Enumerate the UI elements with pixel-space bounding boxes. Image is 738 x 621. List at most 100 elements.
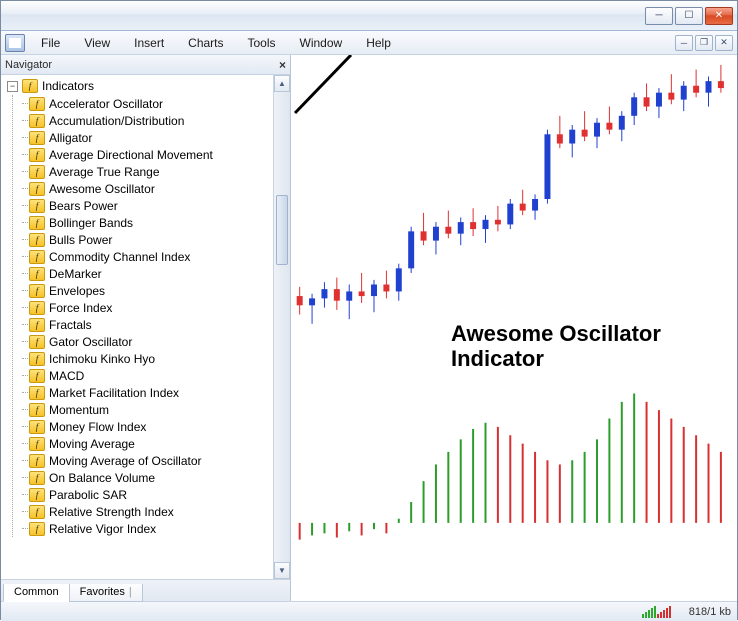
menu-file[interactable]: File — [31, 33, 70, 53]
scroll-up-button[interactable]: ▲ — [274, 75, 290, 92]
indicator-item[interactable]: fBulls Power — [23, 231, 273, 248]
indicator-fx-icon: f — [29, 233, 45, 247]
menu-insert[interactable]: Insert — [124, 33, 174, 53]
tab-common[interactable]: Common — [3, 584, 70, 602]
indicator-item[interactable]: fAverage Directional Movement — [23, 146, 273, 163]
indicator-label: Force Index — [49, 301, 112, 315]
navigator-tree[interactable]: − f Indicators fAccelerator OscillatorfA… — [1, 75, 273, 579]
tree-root-label: Indicators — [42, 79, 94, 93]
navigator-title: Navigator — [5, 59, 52, 71]
indicator-fx-icon: f — [29, 420, 45, 434]
indicator-item[interactable]: f Envelopes — [23, 282, 273, 299]
indicator-label: Accumulation/Distribution — [49, 114, 184, 128]
indicator-item[interactable]: f Force Index — [23, 299, 273, 316]
indicator-label: Gator Oscillator — [49, 335, 132, 349]
window-close-button[interactable]: ✕ — [705, 7, 733, 25]
indicator-fx-icon: f — [29, 182, 45, 196]
indicator-label: Market Facilitation Index — [49, 386, 179, 400]
indicator-item[interactable]: f MACD — [23, 367, 273, 384]
indicator-label: Relative Strength Index — [49, 505, 174, 519]
indicator-label: Momentum — [49, 403, 109, 417]
indicator-item[interactable]: fRelative Vigor Index — [23, 520, 273, 537]
folder-fx-icon: f — [22, 79, 38, 93]
navigator-close-button[interactable]: × — [279, 58, 286, 72]
indicator-fx-icon: f — [29, 522, 45, 536]
indicator-item[interactable]: f Fractals — [23, 316, 273, 333]
chart-area[interactable]: Awesome Oscillator Indicator — [291, 55, 737, 601]
navigator-scrollbar[interactable]: ▲ ▼ — [273, 75, 290, 579]
menu-charts[interactable]: Charts — [178, 33, 233, 53]
close-icon: ✕ — [715, 11, 723, 21]
indicator-fx-icon: f — [29, 216, 45, 230]
indicator-fx-icon: f — [29, 284, 45, 298]
annotation-arrow — [291, 55, 361, 117]
menu-help[interactable]: Help — [356, 33, 401, 53]
indicator-item[interactable]: f Relative Strength Index — [23, 503, 273, 520]
indicator-item[interactable]: fBears Power — [23, 197, 273, 214]
indicator-item[interactable]: fAccelerator Oscillator — [23, 95, 273, 112]
indicator-label: Money Flow Index — [49, 420, 146, 434]
indicator-item[interactable]: fIchimoku Kinko Hyo — [23, 350, 273, 367]
indicator-label: Average True Range — [49, 165, 160, 179]
indicator-label: Commodity Channel Index — [49, 250, 190, 264]
indicator-item[interactable]: f Awesome Oscillator — [23, 180, 273, 197]
annotation-line2: Indicator — [451, 346, 661, 371]
indicator-item[interactable]: fAlligator — [23, 129, 273, 146]
annotation-label: Awesome Oscillator Indicator — [451, 321, 661, 372]
navigator-tabs: Common Favorites| — [1, 579, 290, 601]
menu-view[interactable]: View — [74, 33, 120, 53]
indicator-item[interactable]: fMomentum — [23, 401, 273, 418]
indicator-item[interactable]: f Market Facilitation Index — [23, 384, 273, 401]
indicator-fx-icon: f — [29, 386, 45, 400]
indicator-label: Bollinger Bands — [49, 216, 133, 230]
scroll-thumb[interactable] — [276, 195, 288, 265]
menu-tools[interactable]: Tools — [238, 33, 286, 53]
indicator-item[interactable]: f Gator Oscillator — [23, 333, 273, 350]
menubar: File View Insert Charts Tools Window Hel… — [1, 31, 737, 55]
indicator-label: Envelopes — [49, 284, 105, 298]
indicator-item[interactable]: fCommodity Channel Index — [23, 248, 273, 265]
indicator-item[interactable]: fMoving Average of Oscillator — [23, 452, 273, 469]
connection-icon — [642, 606, 671, 618]
indicator-label: Ichimoku Kinko Hyo — [49, 352, 155, 366]
mdi-close-button[interactable]: ✕ — [715, 35, 733, 51]
indicator-fx-icon: f — [29, 437, 45, 451]
minimize-icon: ─ — [655, 11, 662, 21]
indicator-label: Awesome Oscillator — [49, 182, 155, 196]
indicator-fx-icon: f — [29, 97, 45, 111]
indicator-item[interactable]: fAverage True Range — [23, 163, 273, 180]
maximize-icon: ☐ — [685, 11, 694, 21]
indicator-fx-icon: f — [29, 301, 45, 315]
indicator-item[interactable]: f Bollinger Bands — [23, 214, 273, 231]
scroll-down-button[interactable]: ▼ — [274, 562, 290, 579]
tree-root-indicators[interactable]: − f Indicators — [3, 77, 273, 95]
indicator-fx-icon: f — [29, 471, 45, 485]
statusbar: 818/1 kb — [1, 601, 737, 621]
navigator-header: Navigator × — [1, 55, 290, 75]
indicator-item[interactable]: fOn Balance Volume — [23, 469, 273, 486]
indicator-item[interactable]: fMoving Average — [23, 435, 273, 452]
window-titlebar: ─ ☐ ✕ — [1, 1, 737, 31]
indicator-label: MACD — [49, 369, 84, 383]
indicator-item[interactable]: fDeMarker — [23, 265, 273, 282]
navigator-panel: Navigator × − f Indicators fAccelerator … — [1, 55, 291, 601]
indicator-fx-icon: f — [29, 318, 45, 332]
indicator-item[interactable]: f Accumulation/Distribution — [23, 112, 273, 129]
indicator-item[interactable]: f Money Flow Index — [23, 418, 273, 435]
mdi-restore-button[interactable]: ❐ — [695, 35, 713, 51]
indicator-label: Moving Average of Oscillator — [49, 454, 202, 468]
indicator-fx-icon: f — [29, 369, 45, 383]
mdi-minimize-button[interactable]: ─ — [675, 35, 693, 51]
window-minimize-button[interactable]: ─ — [645, 7, 673, 25]
tab-favorites[interactable]: Favorites| — [69, 584, 143, 602]
indicator-label: Parabolic SAR — [49, 488, 127, 502]
indicator-fx-icon: f — [29, 505, 45, 519]
indicator-fx-icon: f — [29, 131, 45, 145]
indicator-fx-icon: f — [29, 114, 45, 128]
indicator-fx-icon: f — [29, 335, 45, 349]
collapse-icon[interactable]: − — [7, 81, 18, 92]
window-maximize-button[interactable]: ☐ — [675, 7, 703, 25]
menu-window[interactable]: Window — [290, 33, 353, 53]
indicator-item[interactable]: fParabolic SAR — [23, 486, 273, 503]
indicator-label: Fractals — [49, 318, 92, 332]
